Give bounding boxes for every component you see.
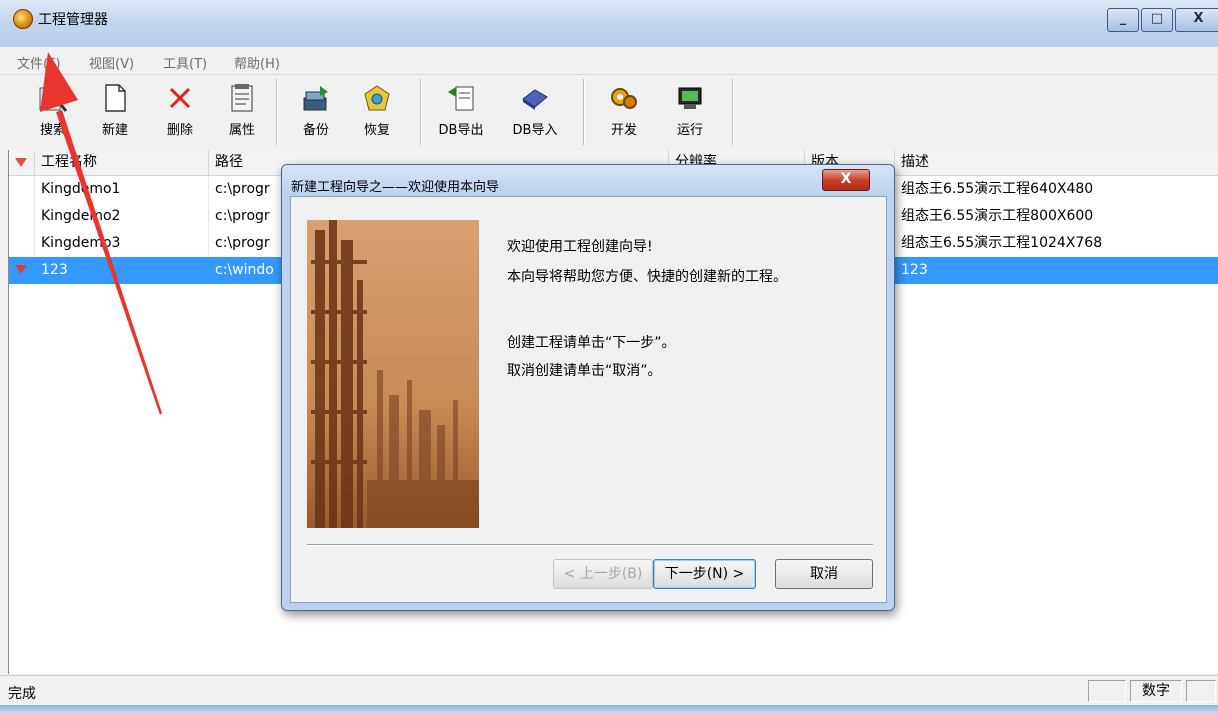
row-flag-cell	[9, 176, 35, 203]
back-button[interactable]: < 上一步(B)	[553, 559, 653, 589]
next-button[interactable]: 下一步(N) >	[653, 559, 756, 589]
status-panel-numlock: 数字	[1130, 680, 1182, 702]
dialog-next-hint: 创建工程请单击“下一步”。	[507, 335, 676, 351]
toolbar-separator	[420, 79, 422, 145]
status-bar: 完成 数字	[0, 675, 1218, 706]
row-flag-cell	[9, 257, 35, 284]
window-close-button[interactable]: X	[1175, 8, 1218, 32]
column-header-name[interactable]: 工程名称	[35, 150, 209, 175]
status-panel-empty	[1088, 680, 1126, 702]
project-name: Kingdemo2	[35, 203, 209, 230]
new-button[interactable]: 新建	[90, 79, 140, 145]
dialog-welcome-line: 欢迎使用工程创建向导!	[507, 239, 653, 255]
app-logo-icon	[13, 9, 33, 29]
delete-button[interactable]: 删除	[155, 79, 205, 145]
new-file-icon	[99, 82, 131, 114]
cancel-button[interactable]: 取消	[775, 559, 873, 589]
flag-icon	[15, 265, 27, 274]
project-description: 组态王6.55演示工程800X600	[895, 203, 1218, 230]
db-import-icon	[519, 82, 551, 114]
column-header-description[interactable]: 描述	[895, 150, 1218, 175]
dialog-body: 欢迎使用工程创建向导! 本向导将帮助您方便、快捷的创建新的工程。 创建工程请单击…	[290, 196, 887, 603]
toolbar-separator	[583, 79, 585, 145]
dialog-close-button[interactable]: X	[822, 169, 870, 191]
project-description: 123	[895, 257, 1218, 284]
maximize-button[interactable]: □	[1141, 8, 1173, 32]
menu-view[interactable]: 视图(V)	[89, 53, 134, 72]
run-icon	[674, 82, 706, 114]
search-icon	[37, 82, 69, 114]
db-export-button[interactable]: DB导出	[436, 79, 486, 145]
menu-bar: 文件(F) 视图(V) 工具(T) 帮助(H)	[0, 47, 1218, 75]
project-name: 123	[35, 257, 209, 284]
dialog-description-line: 本向导将帮助您方便、快捷的创建新的工程。	[507, 269, 787, 285]
status-text: 完成	[8, 686, 36, 702]
status-panel-empty	[1186, 680, 1216, 702]
properties-icon	[226, 82, 258, 114]
menu-tools[interactable]: 工具(T)	[163, 53, 207, 72]
minimize-button[interactable]: _	[1107, 8, 1139, 32]
develop-icon	[608, 82, 640, 114]
dialog-cancel-hint: 取消创建请单击“取消”。	[507, 363, 662, 379]
row-flag-cell	[9, 230, 35, 257]
flag-column-header[interactable]	[9, 150, 35, 175]
restore-button[interactable]: 恢复	[352, 79, 402, 145]
delete-icon	[164, 82, 196, 114]
develop-button[interactable]: 开发	[599, 79, 649, 145]
project-description: 组态王6.55演示工程640X480	[895, 176, 1218, 203]
dialog-separator	[307, 544, 873, 546]
taskbar-edge	[0, 705, 1218, 713]
db-import-button[interactable]: DB导入	[510, 79, 560, 145]
window-title: 工程管理器	[38, 12, 108, 28]
backup-button[interactable]: 备份	[291, 79, 341, 145]
refinery-image	[307, 220, 479, 528]
row-flag-cell	[9, 203, 35, 230]
project-description: 组态王6.55演示工程1024X768	[895, 230, 1218, 257]
toolbar-separator	[276, 79, 278, 145]
restore-icon	[361, 82, 393, 114]
menu-file[interactable]: 文件(F)	[17, 53, 61, 72]
dialog-title: 新建工程向导之——欢迎使用本向导	[291, 180, 500, 195]
toolbar: 搜索 新建 删除 属性 备份 恢复 DB导出 DB导入 开发 运行	[8, 75, 1218, 151]
new-project-wizard-dialog: 新建工程向导之——欢迎使用本向导 X 欢迎使用工程创建向导! 本向导将帮助您方便…	[281, 164, 895, 611]
project-name: Kingdemo3	[35, 230, 209, 257]
search-button[interactable]: 搜索	[28, 79, 78, 145]
properties-button[interactable]: 属性	[217, 79, 267, 145]
title-bar: 工程管理器 _ □ X	[0, 0, 1218, 47]
backup-icon	[300, 82, 332, 114]
flag-icon	[15, 158, 27, 167]
toolbar-separator	[732, 79, 734, 145]
project-name: Kingdemo1	[35, 176, 209, 203]
menu-help[interactable]: 帮助(H)	[234, 53, 280, 72]
run-button[interactable]: 运行	[665, 79, 715, 145]
db-export-icon	[445, 82, 477, 114]
